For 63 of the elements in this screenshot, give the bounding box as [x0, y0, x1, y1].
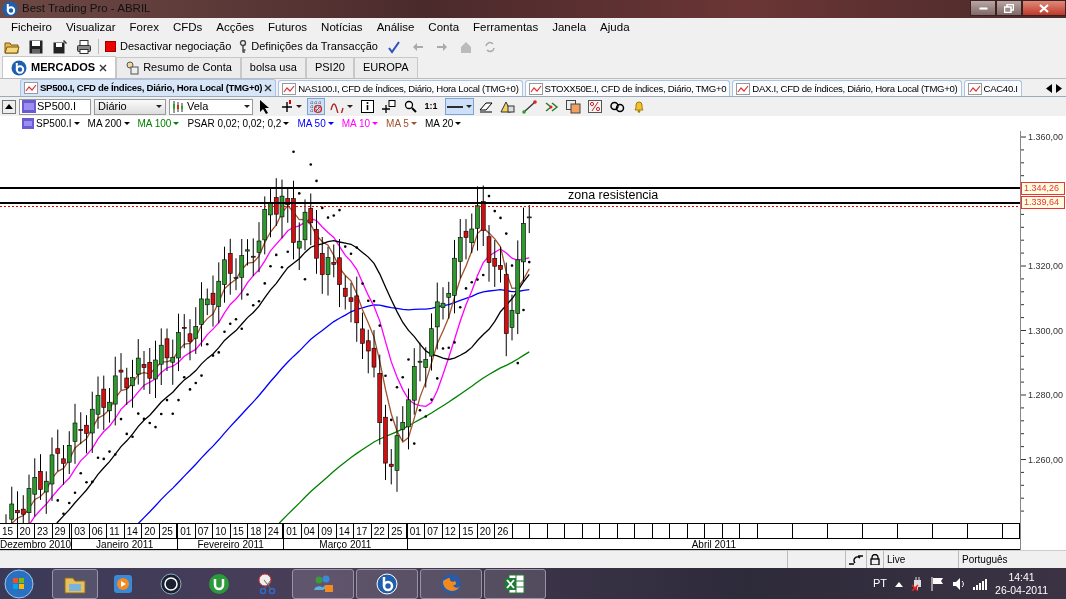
month-label: Fevereiro 2011 [178, 539, 284, 550]
workspace-tab[interactable]: Resumo de Conta [116, 57, 241, 78]
date-label: 25 [389, 524, 407, 538]
transaction-settings-button[interactable]: Definições da Transacção [237, 39, 380, 54]
chart-tab[interactable]: STOXX50E.I, CFD de Índices, Diário, TMG+0 [524, 80, 731, 96]
workspace-tab[interactable]: MERCADOS [2, 56, 117, 78]
chart-tab[interactable]: CAC40.I [963, 80, 1022, 96]
date-label: 17 [354, 524, 372, 538]
annotation-label: zona resistencia [568, 189, 659, 202]
menu-item[interactable]: Visualizar [58, 20, 123, 35]
date-label: 01 [284, 524, 302, 538]
indicator-label[interactable]: PSAR 0,02; 0,02; 0,2 [187, 117, 282, 130]
indicator-label[interactable]: SP500.I [36, 117, 72, 130]
price-tag: 1.339,64 [1021, 196, 1065, 209]
workspace-tab[interactable]: PSI20 [305, 57, 354, 78]
menu-item[interactable]: Conta [421, 20, 467, 35]
clock-time[interactable]: 14:41 [1008, 571, 1035, 584]
month-label: Abril 2011 [407, 539, 1020, 550]
menu-item[interactable]: Ficheiro [4, 20, 59, 35]
price-label: 1.280,00 [1028, 390, 1064, 400]
price-tag: 1.344,26 [1021, 182, 1065, 195]
menu-item[interactable]: Ajuda [593, 20, 637, 35]
indicator-label[interactable]: MA 20 [424, 117, 454, 130]
month-label: Março 2011 [284, 539, 407, 550]
chart-type-dropdown[interactable]: Vela [169, 98, 253, 115]
menu-item[interactable]: Forex [122, 20, 166, 35]
menu-item[interactable]: CFDs [165, 20, 210, 35]
language-status: Português [962, 553, 1008, 566]
menu-item[interactable]: Janela [545, 20, 594, 35]
workspace-tab[interactable]: bolsa usa [240, 57, 306, 78]
price-label: 1.360,00 [1028, 132, 1064, 142]
chart-tab[interactable]: NAS100.I, CFD de Índices, Diário, Hora Local (TMG+0) [278, 80, 523, 96]
menu-item[interactable]: Futuros [261, 20, 315, 35]
indicator-label[interactable]: MA 5 [386, 117, 409, 130]
menu-item[interactable]: Notícias [314, 20, 370, 35]
input-language[interactable]: PT [873, 577, 888, 591]
symbol-field[interactable]: SP500.I [19, 98, 91, 115]
menu-item[interactable]: Acções [209, 20, 262, 35]
period-dropdown[interactable]: Diário [94, 98, 166, 115]
date-label: 09 [319, 524, 337, 538]
chart-tab[interactable]: SP500.I, CFD de Índices, Diário, Hora Local (TMG+0) [20, 79, 277, 96]
date-label: 10 [213, 524, 231, 538]
menu-item[interactable]: Análise [369, 20, 422, 35]
connection-status: Live [887, 553, 906, 566]
date-label: 18 [248, 524, 266, 538]
price-label: 1.260,00 [1028, 454, 1064, 465]
menu-item[interactable]: Ferramentas [466, 20, 546, 35]
ratio-button[interactable]: 1:1 [422, 98, 440, 115]
price-label: 1.320,00 [1028, 261, 1064, 271]
indicator-label[interactable]: MA 100 [137, 117, 172, 130]
clock-date[interactable]: 26-04-2011 [995, 584, 1048, 597]
indicator-label[interactable]: MA 200 [87, 117, 122, 130]
price-label: 1.300,00 [1028, 325, 1064, 336]
workspace-tab[interactable]: EUROPA [353, 57, 418, 78]
chart-tab[interactable]: DAX.I, CFD de Índices, Diário, Hora Local (TMG+0) [732, 80, 962, 96]
trading-toggle-button[interactable]: Desactivar negociação [103, 39, 234, 54]
date-label: 15 [0, 524, 18, 538]
indicator-label[interactable]: MA 50 [297, 117, 326, 130]
date-label: 23 [35, 524, 53, 538]
month-label: Dezembro 2010 [0, 539, 72, 550]
date-label: 20 [142, 524, 160, 538]
month-label: Janeiro 2011 [72, 539, 178, 550]
window-title: Best Trading Pro - ABRIL [22, 2, 151, 16]
